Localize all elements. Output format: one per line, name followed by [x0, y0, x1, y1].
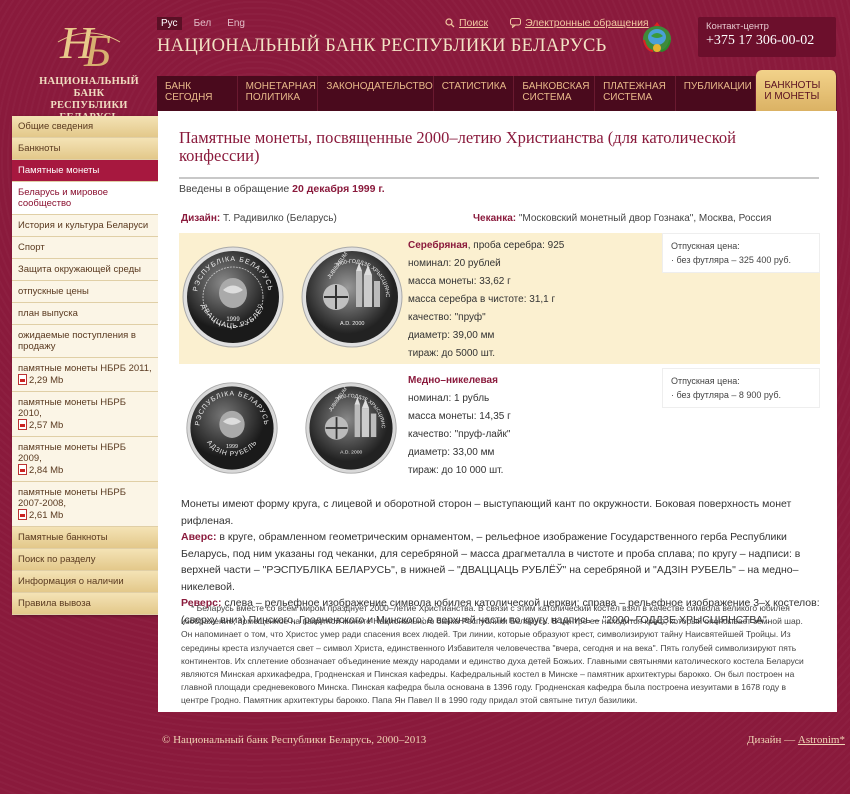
sidebar-item-prices[interactable]: отпускные цены [12, 281, 158, 303]
sidebar-item-banknotes[interactable]: Банкноты [12, 138, 158, 160]
bank-logo[interactable]: Н Б НАЦИОНАЛЬНЫЙ БАНК РЕСПУБЛИКИ БЕЛАРУС… [28, 14, 150, 124]
sidebar-item-pdf-2011[interactable]: памятные монеты НБРБ 2011, 2,29 Mb [12, 358, 158, 392]
spec-line: тираж: до 10 000 шт. [408, 465, 504, 476]
nav-bank-today[interactable]: БАНК СЕГОДНЯ [157, 76, 238, 111]
state-emblem-icon [643, 22, 671, 52]
sidebar-item-issue-plan[interactable]: план выпуска [12, 303, 158, 325]
contact-phone[interactable]: +375 17 306-00-02 [706, 33, 828, 49]
nav-banknotes-coins[interactable]: БАНКНОТЫ И МОНЕТЫ [756, 70, 838, 111]
lang-ru[interactable]: Рус [157, 17, 182, 30]
pdf-icon [18, 419, 27, 430]
copper-price-box: Отпускная цена: · без футляра – 8 900 ру… [662, 368, 820, 408]
nav-statistics[interactable]: СТАТИСТИКА [434, 76, 515, 111]
sidebar-item-section-search[interactable]: Поиск по разделу [12, 549, 158, 571]
page-title: Памятные монеты, посвященные 2000–летию … [179, 128, 737, 165]
pdf-icon [18, 464, 27, 475]
sidebar-item-history-culture[interactable]: История и культура Беларуси [12, 215, 158, 237]
sidebar-item-commemorative-coins[interactable]: Памятные монеты [12, 160, 158, 182]
divider [179, 177, 819, 179]
issue-date-line: Введены в обращение 20 декабря 1999 г. [179, 183, 385, 195]
spec-line: масса серебра в чистоте: 31,1 г [408, 294, 556, 305]
copper-coin-obverse[interactable]: РЭСПУБЛІКА БЕЛАРУСЬ АДЗІН РУБЕЛЬ 1999 [185, 381, 279, 475]
contact-label: Контакт-центр [706, 21, 769, 32]
sidebar-item-expected[interactable]: ожидаемые поступления в продажу [12, 325, 158, 358]
nav-banking-system[interactable]: БАНКОВСКАЯ СИСТЕМА [514, 76, 596, 111]
language-switcher: Рус Бел Eng [157, 17, 249, 30]
bank-monogram-icon: Н Б [28, 14, 150, 72]
footnote: * Беларусь вместе со всем миром празднуе… [181, 603, 804, 706]
avers-description: Аверс: в круге, обрамленном геометрическ… [181, 531, 801, 593]
sidebar-item-pdf-2007-2008[interactable]: памятные монеты НБРБ 2007-2008, 2,61 Mb [12, 482, 158, 527]
lang-be[interactable]: Бел [190, 17, 216, 30]
appeals-link[interactable]: Электронные обращения [510, 17, 649, 29]
search-link[interactable]: Поиск [445, 17, 488, 29]
spec-line: диаметр: 39,00 мм [408, 330, 495, 341]
nav-publications[interactable]: ПУБЛИКАЦИИ [676, 76, 757, 111]
pdf-icon [18, 509, 27, 520]
shape-description: Монеты имеют форму круга, с лицевой и об… [181, 498, 792, 527]
contact-center: Контакт-центр +375 17 306-00-02 [698, 17, 836, 57]
spec-line: масса монеты: 33,62 г [408, 276, 511, 287]
silver-coin-obverse[interactable]: РЭСПУБЛІКА БЕЛАРУСЬ ДВАЦЦАЦЬ РУБЛЁЎ 1999 [181, 245, 285, 349]
silver-price-box: Отпускная цена: · без футляра – 325 400 … [662, 233, 820, 273]
sidebar-item-environment[interactable]: Защита окружающей среды [12, 259, 158, 281]
top-links: Поиск Электронные обращения [445, 17, 649, 29]
sidebar-item-pdf-2010[interactable]: памятные монеты НБРБ 2010, 2,57 Mb [12, 392, 158, 437]
sidebar-item-belarus-world[interactable]: Беларусь и мировое сообщество [12, 182, 158, 215]
design-credit: Дизайн: Т. Радивилко (Беларусь) [181, 213, 337, 224]
design-credit-footer: Дизайн — Astronim* [747, 734, 845, 746]
svg-text:1999: 1999 [226, 317, 240, 323]
nav-payment-system[interactable]: ПЛАТЕЖНАЯ СИСТЕМА [595, 76, 676, 111]
chat-bubble-icon [510, 18, 522, 28]
copyright: © Национальный банк Республики Беларусь,… [162, 734, 427, 746]
sidebar-item-export-rules[interactable]: Правила вывоза [12, 593, 158, 615]
silver-specs: Серебряная, проба серебра: 925 номинал: … [408, 237, 564, 363]
astronim-link[interactable]: Astronim* [798, 734, 845, 746]
nav-monetary-policy[interactable]: МОНЕТАРНАЯ ПОЛИТИКА [238, 76, 319, 111]
copper-coin-reverse[interactable]: 2000-ГОДДЗЕ ХРЫСЦІЯНСТВА JUBILAEUM A.D. … [304, 381, 398, 475]
sidebar-item-commemorative-banknotes[interactable]: Памятные банкноты [12, 527, 158, 549]
spec-line: номинал: 1 рубль [408, 393, 490, 404]
svg-text:1999: 1999 [226, 444, 238, 450]
sidebar-item-sport[interactable]: Спорт [12, 237, 158, 259]
spec-line: тираж: до 5000 шт. [408, 348, 496, 359]
spec-line: качество: "пруф" [408, 312, 486, 323]
silver-coin-reverse[interactable]: 2000-ГОДДЗЕ ХРЫСЦІЯНСТВА JUBILAEUM A.D. … [300, 245, 404, 349]
silver-coin-block: РЭСПУБЛІКА БЕЛАРУСЬ ДВАЦЦАЦЬ РУБЛЁЎ 1999… [179, 233, 820, 364]
price-value: · без футляра – 8 900 руб. [671, 390, 782, 400]
copper-coin-block: РЭСПУБЛІКА БЕЛАРУСЬ АДЗІН РУБЕЛЬ 1999 20… [179, 368, 820, 499]
lang-en[interactable]: Eng [223, 17, 249, 30]
spec-line: диаметр: 33,00 мм [408, 447, 495, 458]
price-label: Отпускная цена: [671, 376, 740, 386]
main-nav: БАНК СЕГОДНЯ МОНЕТАРНАЯ ПОЛИТИКА ЗАКОНОДАТ… [157, 70, 838, 111]
copper-specs: Медно–никелевая номинал: 1 рубль масса м… [408, 372, 511, 480]
sidebar-item-availability[interactable]: Информация о наличии [12, 571, 158, 593]
site-title: НАЦИОНАЛЬНЫЙ БАНК РЕСПУБЛИКИ БЕЛАРУСЬ [157, 36, 607, 56]
sidebar-item-general[interactable]: Общие сведения [12, 116, 158, 138]
spec-line: масса монеты: 14,35 г [408, 411, 511, 422]
appeals-link-label: Электронные обращения [525, 17, 649, 29]
svg-text:Б: Б [83, 25, 111, 72]
spec-line: качество: "пруф-лайк" [408, 429, 511, 440]
search-icon [445, 18, 455, 28]
svg-text:A.D. 2000: A.D. 2000 [340, 449, 362, 455]
silver-title: Серебряная [408, 240, 468, 251]
spec-line: номинал: 20 рублей [408, 258, 501, 269]
copper-title: Медно–никелевая [408, 375, 498, 386]
main-content: Памятные монеты, посвященные 2000–летию … [158, 111, 837, 712]
mint-credit: Чеканка: "Московский монетный двор Гозна… [473, 213, 772, 224]
nav-legislation[interactable]: ЗАКОНОДАТЕЛЬСТВО [318, 76, 434, 111]
search-link-label: Поиск [459, 17, 489, 29]
price-label: Отпускная цена: [671, 241, 740, 251]
pdf-icon [18, 374, 27, 385]
sidebar-item-pdf-2009[interactable]: памятные монеты НБРБ 2009, 2,84 Mb [12, 437, 158, 482]
svg-text:A.D. 2000: A.D. 2000 [340, 321, 364, 327]
logo-text-line1: НАЦИОНАЛЬНЫЙ БАНК [39, 76, 139, 99]
sidebar: Общие сведения Банкноты Памятные монеты … [12, 116, 158, 615]
price-value: · без футляра – 325 400 руб. [671, 255, 792, 265]
